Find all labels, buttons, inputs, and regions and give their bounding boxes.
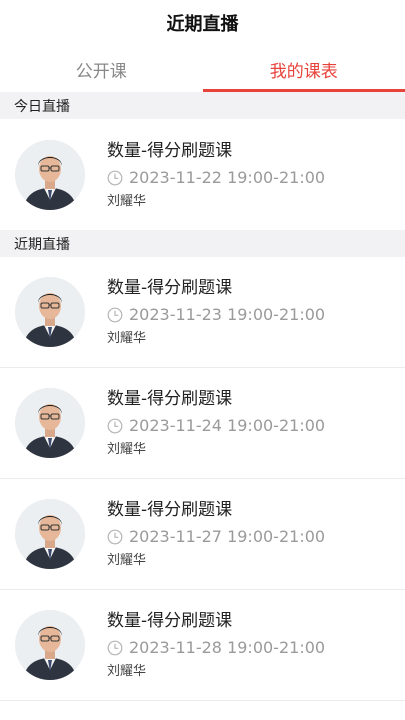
course-time: 2023-11-24 19:00-21:00 [129, 416, 326, 435]
teacher-avatar [15, 139, 85, 210]
tab-label: 公开课 [75, 61, 127, 82]
schedule-list: 今日直播 数量-得分刷题课 2023-11-22 19:00-21:00 刘耀华… [0, 92, 405, 701]
teacher-avatar [15, 277, 85, 347]
course-time-row: 2023-11-28 19:00-21:00 [107, 638, 325, 658]
course-time: 2023-11-28 19:00-21:00 [129, 638, 326, 657]
course-title: 数量-得分刷题课 [107, 278, 233, 298]
clock-icon [107, 418, 123, 434]
course-time-row: 2023-11-22 19:00-21:00 [107, 168, 325, 188]
course-list-item[interactable]: 数量-得分刷题课 2023-11-22 19:00-21:00 刘耀华 [0, 119, 405, 230]
course-time: 2023-11-23 19:00-21:00 [129, 305, 326, 324]
course-list-item[interactable]: 数量-得分刷题课 2023-11-28 19:00-21:00 刘耀华 [0, 590, 405, 701]
section-title: 今日直播 [14, 98, 70, 115]
teacher-avatar [15, 610, 85, 680]
course-time-row: 2023-11-24 19:00-21:00 [107, 416, 325, 436]
course-list-item[interactable]: 数量-得分刷题课 2023-11-27 19:00-21:00 刘耀华 [0, 479, 405, 590]
course-list-item[interactable]: 数量-得分刷题课 2023-11-23 19:00-21:00 刘耀华 [0, 257, 405, 368]
course-time: 2023-11-27 19:00-21:00 [129, 527, 326, 546]
course-info: 数量-得分刷题课 2023-11-24 19:00-21:00 刘耀华 [107, 388, 325, 458]
course-info: 数量-得分刷题课 2023-11-22 19:00-21:00 刘耀华 [107, 140, 325, 210]
teacher-name: 刘耀华 [107, 442, 147, 457]
course-title: 数量-得分刷题课 [107, 611, 233, 631]
clock-icon [107, 307, 123, 323]
page-title-text: 近期直播 [166, 14, 239, 35]
teacher-avatar [15, 388, 85, 458]
tab-bar: 公开课 我的课表 [0, 46, 405, 92]
page-title: 近期直播 [0, 0, 405, 46]
teacher-name: 刘耀华 [107, 193, 147, 209]
course-title: 数量-得分刷题课 [107, 389, 233, 409]
course-time: 2023-11-22 19:00-21:00 [129, 167, 326, 187]
teacher-name: 刘耀华 [107, 664, 147, 679]
clock-icon [107, 529, 123, 545]
tab-label: 我的课表 [269, 61, 338, 82]
course-info: 数量-得分刷题课 2023-11-23 19:00-21:00 刘耀华 [107, 277, 325, 347]
section-header: 近期直播 [0, 230, 405, 257]
clock-icon [107, 170, 123, 186]
course-time-row: 2023-11-23 19:00-21:00 [107, 305, 325, 325]
tab-public-courses[interactable]: 公开课 [0, 46, 203, 92]
teacher-name: 刘耀华 [107, 331, 147, 346]
course-title: 数量-得分刷题课 [107, 500, 233, 520]
course-list-item[interactable]: 数量-得分刷题课 2023-11-24 19:00-21:00 刘耀华 [0, 368, 405, 479]
tab-my-schedule[interactable]: 我的课表 [202, 46, 405, 92]
clock-icon [107, 640, 123, 656]
teacher-avatar [15, 499, 85, 569]
course-info: 数量-得分刷题课 2023-11-27 19:00-21:00 刘耀华 [107, 499, 325, 569]
section-header: 今日直播 [0, 92, 405, 119]
course-title: 数量-得分刷题课 [107, 140, 233, 161]
course-info: 数量-得分刷题课 2023-11-28 19:00-21:00 刘耀华 [107, 610, 325, 680]
course-time-row: 2023-11-27 19:00-21:00 [107, 527, 325, 547]
section-title: 近期直播 [14, 236, 70, 253]
teacher-name: 刘耀华 [107, 553, 147, 568]
